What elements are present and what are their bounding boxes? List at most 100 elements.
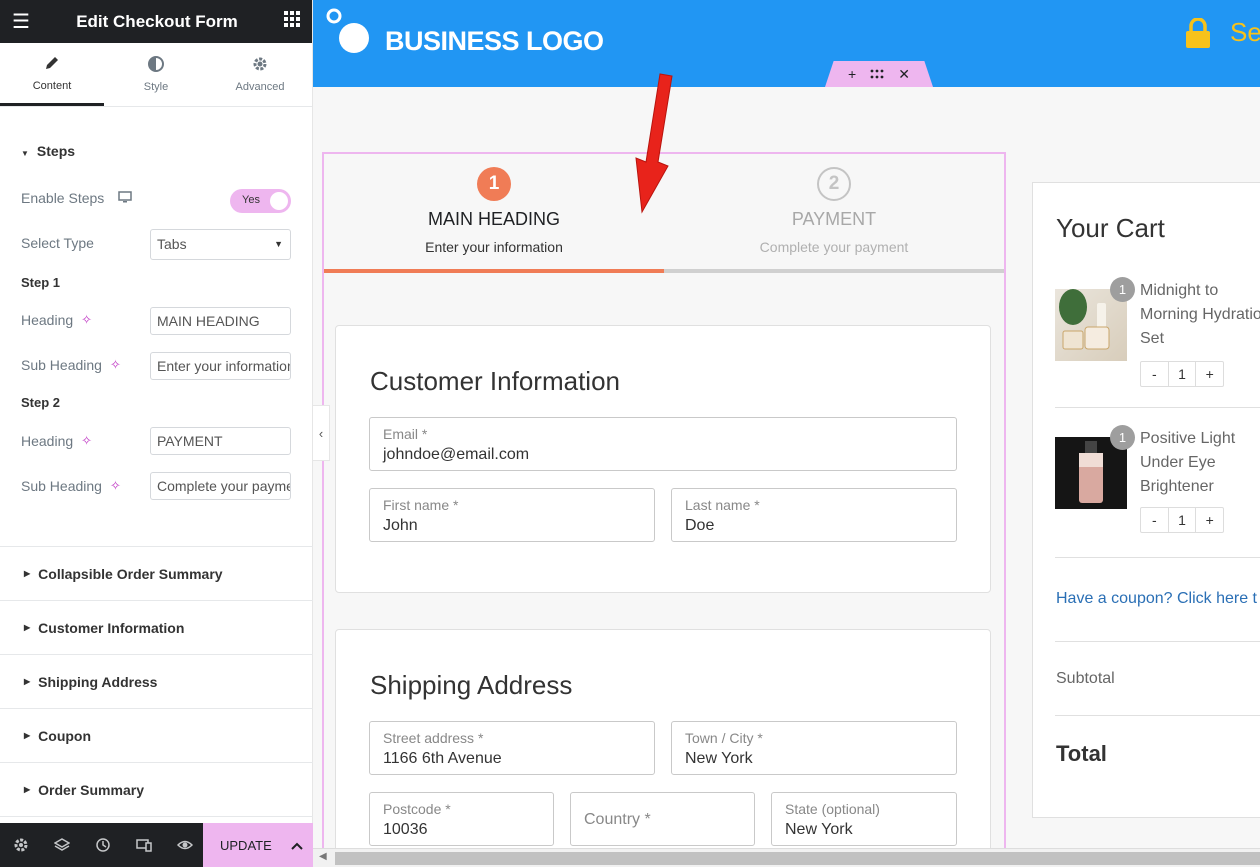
caret-right-icon: ▶: [24, 569, 31, 578]
layers-icon[interactable]: [41, 823, 82, 867]
quantity-value[interactable]: 1: [1167, 508, 1197, 532]
divider: [1055, 557, 1260, 558]
increment-button[interactable]: +: [1196, 362, 1223, 386]
site-header: BUSINESS LOGO Se + ✕: [313, 0, 1260, 87]
business-logo: BUSINESS LOGO: [385, 26, 604, 56]
quantity-badge: 1: [1110, 277, 1135, 302]
postcode-field[interactable]: Postcode * 10036: [369, 792, 554, 846]
enable-steps-toggle[interactable]: Yes: [230, 189, 291, 213]
panel-collapse-handle[interactable]: ‹: [313, 405, 330, 461]
add-icon[interactable]: +: [848, 66, 856, 82]
field-label: Email *: [383, 426, 428, 442]
section-label: Customer Information: [38, 619, 185, 636]
town-city-field[interactable]: Town / City * New York: [671, 721, 957, 775]
steps-section-toggle[interactable]: ▼ Steps: [21, 143, 75, 159]
last-name-field[interactable]: Last name * Doe: [671, 488, 957, 542]
increment-button[interactable]: +: [1196, 508, 1223, 532]
enable-steps-label: Enable Steps: [21, 190, 105, 206]
caret-right-icon: ▶: [24, 731, 31, 740]
update-button[interactable]: UPDATE: [203, 823, 313, 867]
eye-icon[interactable]: [164, 823, 205, 867]
select-type-label: Select Type: [21, 235, 94, 251]
first-name-field[interactable]: First name * John: [369, 488, 655, 542]
panel-tabs: Content Style Advanced: [0, 43, 312, 107]
select-type-dropdown[interactable]: Tabs ▼: [150, 229, 291, 260]
history-icon[interactable]: [82, 823, 123, 867]
street-address-field[interactable]: Street address * 1166 6th Avenue: [369, 721, 655, 775]
panel-header: ☰ Edit Checkout Form: [0, 0, 312, 43]
step1-heading-input[interactable]: MAIN HEADING: [150, 307, 291, 335]
decrement-button[interactable]: -: [1141, 362, 1168, 386]
section-label: Order Summary: [38, 781, 144, 798]
sparkle-icon[interactable]: ✧: [81, 312, 92, 328]
tab-advanced-label: Advanced: [235, 81, 285, 93]
section-handle[interactable]: + ✕: [825, 61, 933, 87]
step-inactive-bar: [664, 269, 1004, 273]
scroll-left-icon[interactable]: ◀: [319, 851, 327, 862]
panel-title: Edit Checkout Form: [76, 11, 238, 31]
preview-canvas: BUSINESS LOGO Se + ✕ 1 MAIN HEADING Ente…: [313, 0, 1260, 867]
field-value: New York: [785, 821, 853, 838]
chevron-up-icon[interactable]: [291, 838, 303, 853]
step-active-bar: [324, 269, 664, 273]
quantity-stepper[interactable]: - 1 +: [1140, 507, 1224, 533]
section-label: Coupon: [38, 727, 92, 744]
sparkle-icon[interactable]: ✧: [110, 478, 121, 494]
step1-subheading-input[interactable]: Enter your information: [150, 352, 291, 380]
step-tab-1[interactable]: 1 MAIN HEADING Enter your information: [324, 154, 664, 273]
tab-content[interactable]: Content: [0, 43, 104, 106]
caret-down-icon: ▼: [21, 149, 29, 158]
responsive-icon[interactable]: [123, 823, 164, 867]
step-number: 2: [817, 167, 851, 201]
tab-style[interactable]: Style: [104, 43, 208, 106]
field-value: 1166 6th Avenue: [383, 750, 502, 767]
caret-right-icon: ▶: [24, 623, 31, 632]
horizontal-scrollbar[interactable]: ◀: [313, 848, 1260, 867]
field-label: Last name *: [685, 497, 760, 513]
drag-handle-icon[interactable]: [870, 66, 884, 82]
section-order-summary[interactable]: ▶ Order Summary: [0, 762, 313, 817]
settings-icon[interactable]: [0, 823, 41, 867]
grid-icon[interactable]: [283, 11, 300, 32]
hamburger-icon[interactable]: ☰: [12, 12, 30, 32]
scrollbar-thumb[interactable]: [335, 852, 1260, 865]
shipping-address-card: Shipping Address Street address * 1166 6…: [335, 629, 991, 867]
heading-label: Heading: [21, 433, 74, 449]
quantity-value[interactable]: 1: [1167, 362, 1197, 386]
section-coupon[interactable]: ▶ Coupon: [0, 708, 313, 762]
step-number: 1: [477, 167, 511, 201]
quantity-stepper[interactable]: - 1 +: [1140, 361, 1224, 387]
toggle-value: Yes: [242, 194, 260, 206]
coupon-link[interactable]: Have a coupon? Click here t: [1056, 590, 1257, 608]
field-value: John: [383, 517, 418, 534]
state-field[interactable]: State (optional) New York: [771, 792, 957, 846]
divider: [1055, 715, 1260, 716]
sparkle-icon[interactable]: ✧: [110, 357, 121, 373]
email-field[interactable]: Email * johndoe@email.com: [369, 417, 957, 471]
step-subheading: Complete your payment: [759, 239, 909, 255]
logo-icon: [325, 8, 373, 61]
step2-label: Step 2: [21, 395, 61, 410]
product-name[interactable]: Midnight to Morning Hydration Set: [1140, 279, 1260, 351]
annotation-arrow: [635, 73, 673, 214]
step-subheading: Enter your information: [425, 239, 563, 255]
tab-advanced[interactable]: Advanced: [208, 43, 312, 106]
checkout-form: 1 MAIN HEADING Enter your information 2 …: [322, 152, 1006, 867]
product-name[interactable]: Positive Light Under Eye Brightener: [1140, 427, 1260, 499]
close-icon[interactable]: ✕: [898, 66, 910, 83]
section-shipping-address[interactable]: ▶ Shipping Address: [0, 654, 313, 708]
step-tab-2[interactable]: 2 PAYMENT Complete your payment: [664, 154, 1004, 273]
decrement-button[interactable]: -: [1141, 508, 1168, 532]
field-value: New York: [685, 750, 753, 767]
country-field[interactable]: Country *: [570, 792, 755, 846]
section-collapsible-order-summary[interactable]: ▶ Collapsible Order Summary: [0, 546, 313, 600]
customer-information-card: Customer Information Email * johndoe@ema…: [335, 325, 991, 593]
quantity-badge: 1: [1110, 425, 1135, 450]
field-label: Street address *: [383, 730, 484, 746]
section-customer-information[interactable]: ▶ Customer Information: [0, 600, 313, 654]
section-label: Collapsible Order Summary: [38, 565, 223, 582]
step2-heading-input[interactable]: PAYMENT: [150, 427, 291, 455]
caret-right-icon: ▶: [24, 785, 31, 794]
sparkle-icon[interactable]: ✧: [81, 433, 92, 449]
step2-subheading-input[interactable]: Complete your payment: [150, 472, 291, 500]
